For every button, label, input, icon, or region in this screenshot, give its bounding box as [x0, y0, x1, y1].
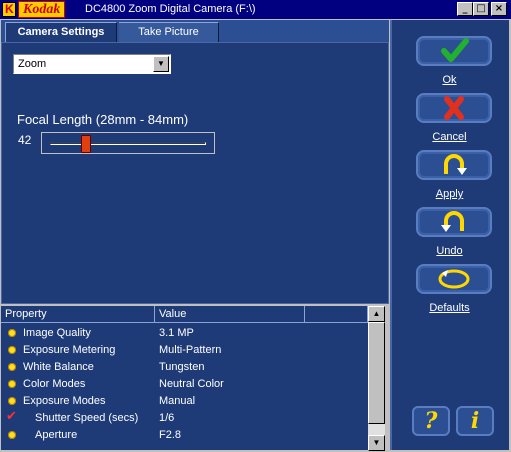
- table-row[interactable]: Image Quality 3.1 MP: [1, 325, 368, 342]
- slider-thumb[interactable]: [81, 135, 91, 153]
- bullet-icon: [8, 329, 16, 337]
- table-row[interactable]: Exposure Modes Manual: [1, 393, 368, 410]
- apply-label: Apply: [392, 188, 507, 200]
- undo-label-text: Undo: [436, 245, 463, 257]
- bullet-icon: [8, 346, 16, 354]
- vertical-scrollbar[interactable]: ▲ ▼: [368, 306, 385, 451]
- help-icon: ?: [424, 408, 438, 434]
- apply-button[interactable]: [416, 150, 492, 180]
- focal-length-label: Focal Length (28mm - 84mm): [17, 112, 189, 127]
- cancel-label: Cancel: [392, 131, 507, 143]
- camera-window: Kodak DC4800 Zoom Digital Camera (F:\) _…: [0, 0, 511, 452]
- checkmark-icon: ✔: [6, 409, 17, 424]
- undo-arrow-icon: [441, 211, 464, 232]
- setting-dropdown-value: Zoom: [18, 58, 47, 70]
- scroll-up-button[interactable]: ▲: [368, 306, 385, 322]
- tab-content: [1, 42, 389, 304]
- undo-label: Undo: [392, 245, 507, 257]
- tab-take-picture-label: Take Picture: [138, 26, 199, 38]
- cancel-button[interactable]: [416, 93, 492, 123]
- table-header: Property Value: [1, 306, 368, 323]
- table-row[interactable]: Color Modes Neutral Color: [1, 376, 368, 393]
- apply-arrow-icon: [444, 154, 467, 175]
- property-name: Shutter Speed (secs): [35, 412, 139, 424]
- column-header-value[interactable]: Value: [155, 306, 305, 323]
- property-value: Neutral Color: [159, 378, 224, 390]
- maximize-button[interactable]: □: [473, 2, 489, 16]
- scroll-thumb[interactable]: [368, 322, 385, 424]
- focal-length-value: 42: [18, 133, 32, 147]
- undo-button[interactable]: [416, 207, 492, 237]
- focal-length-slider[interactable]: [41, 132, 215, 154]
- table-row[interactable]: White Balance Tungsten: [1, 359, 368, 376]
- action-panel: Ok Cancel Apply Undo Defaults ? i: [390, 20, 509, 450]
- column-header-property[interactable]: Property: [1, 306, 155, 323]
- checkmark-icon: [441, 38, 469, 62]
- property-name: Exposure Metering: [23, 344, 116, 356]
- property-name: Image Quality: [23, 327, 91, 339]
- minimize-button[interactable]: _: [457, 2, 473, 16]
- defaults-label-text: Defaults: [429, 302, 470, 314]
- bullet-icon: [8, 363, 16, 371]
- close-button[interactable]: ×: [491, 2, 507, 16]
- info-button[interactable]: i: [456, 406, 494, 436]
- property-table: Property Value Image Quality 3.1 MP Exposu…: [1, 305, 385, 451]
- property-value: Multi-Pattern: [159, 344, 222, 356]
- property-name: Exposure Modes: [23, 395, 106, 407]
- ok-button[interactable]: [416, 36, 492, 66]
- defaults-label: Defaults: [392, 302, 507, 314]
- property-name: White Balance: [23, 361, 94, 373]
- property-value: F2.8: [159, 429, 182, 441]
- scroll-down-button[interactable]: ▼: [368, 435, 385, 451]
- table-row[interactable]: Exposure Metering Multi-Pattern: [1, 342, 368, 359]
- bullet-icon: [8, 380, 16, 388]
- bullet-icon: [8, 397, 16, 405]
- settings-panel: Camera Settings Take Picture Zoom ▼ Foca…: [1, 20, 389, 304]
- cancel-label-text: Cancel: [432, 131, 467, 143]
- property-name: Color Modes: [23, 378, 86, 390]
- ok-label-text: Ok: [442, 74, 457, 86]
- info-icon: i: [470, 408, 480, 434]
- reset-icon: [438, 269, 470, 289]
- table-row[interactable]: ✔ Shutter Speed (secs) 1/6: [1, 409, 368, 427]
- property-value: Manual: [159, 395, 196, 407]
- x-icon: [444, 96, 464, 120]
- property-value: Tungsten: [159, 361, 205, 373]
- tab-camera-settings-label: Camera Settings: [17, 26, 105, 38]
- title-bar[interactable]: Kodak DC4800 Zoom Digital Camera (F:\) _…: [0, 0, 511, 19]
- apply-label-text: Apply: [435, 188, 464, 200]
- property-value: 1/6: [159, 412, 175, 424]
- setting-dropdown[interactable]: Zoom ▼: [13, 54, 171, 74]
- column-header-empty: [305, 306, 368, 323]
- table-rows: Image Quality 3.1 MP Exposure Metering Mult…: [1, 325, 368, 444]
- chevron-down-icon[interactable]: ▼: [153, 56, 169, 72]
- app-icon[interactable]: [2, 2, 16, 17]
- tab-strip: Camera Settings Take Picture: [1, 20, 389, 42]
- property-value: 3.1 MP: [159, 327, 194, 339]
- help-button[interactable]: ?: [412, 406, 450, 436]
- ok-label: Ok: [392, 74, 507, 86]
- kodak-logo: Kodak: [18, 1, 66, 18]
- tab-take-picture[interactable]: Take Picture: [119, 22, 219, 42]
- property-name: Aperture: [35, 429, 78, 441]
- tab-camera-settings[interactable]: Camera Settings: [5, 22, 117, 42]
- window-title: DC4800 Zoom Digital Camera (F:\): [85, 3, 256, 15]
- defaults-button[interactable]: [416, 264, 492, 294]
- table-row[interactable]: Aperture F2.8: [1, 427, 368, 444]
- slider-track[interactable]: [50, 142, 206, 145]
- bullet-icon: [8, 431, 16, 439]
